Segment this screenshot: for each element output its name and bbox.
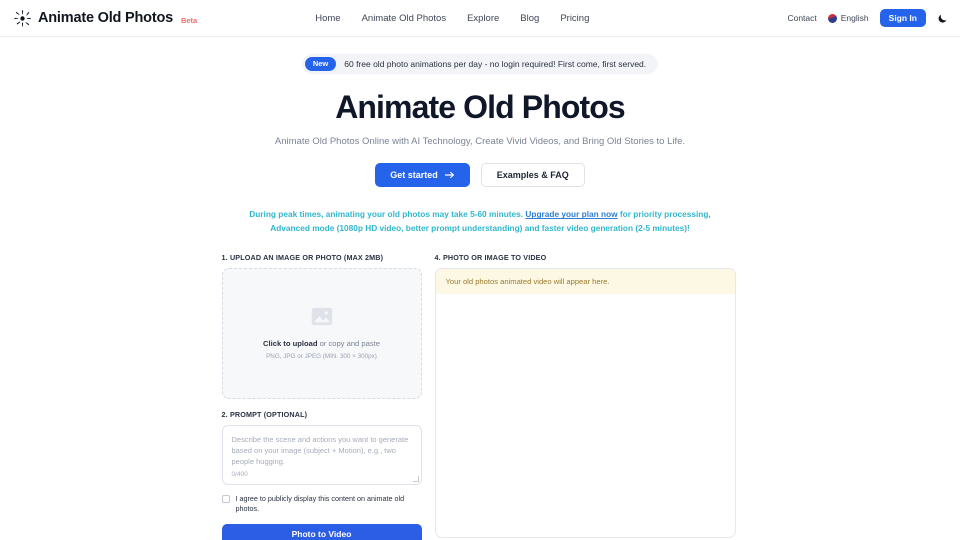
upgrade-plan-link[interactable]: Upgrade your plan now	[525, 209, 617, 219]
get-started-button[interactable]: Get started	[375, 163, 470, 188]
agree-label: I agree to publicly display this content…	[235, 493, 405, 514]
agree-checkbox[interactable]	[221, 494, 230, 503]
upload-click-text: Click to upload	[263, 338, 318, 348]
page-subtitle: Animate Old Photos Online with AI Techno…	[274, 136, 686, 148]
site-header: Animate Old Photos Beta Home Animate Old…	[0, 0, 960, 37]
brand-name: Animate Old Photos	[38, 10, 173, 26]
uk-flag-icon	[827, 13, 837, 23]
prompt-section-label: 2. PROMPT (OPTIONAL)	[221, 409, 308, 419]
prompt-placeholder: Describe the scene and actions you want …	[231, 434, 409, 467]
notice-text-part1: During peak times, animating your old ph…	[249, 209, 526, 220]
peak-times-notice: During peak times, animating your old ph…	[245, 208, 715, 235]
language-label: English	[840, 13, 869, 23]
input-column: 1. UPLOAD AN IMAGE OR PHOTO (MAX 2MB) Cl…	[221, 252, 422, 540]
sparkle-icon	[14, 9, 31, 27]
prompt-input[interactable]: Describe the scene and actions you want …	[221, 424, 422, 485]
nav-item-blog[interactable]: Blog	[520, 13, 539, 24]
banner-text: 60 free old photo animations per day - n…	[344, 58, 647, 69]
result-panel: Your old photos animated video will appe…	[434, 267, 736, 538]
sign-in-button[interactable]: Sign In	[879, 8, 926, 28]
get-started-label: Get started	[390, 170, 438, 181]
nav-item-animate-old-photos[interactable]: Animate Old Photos	[362, 13, 447, 24]
nav-item-pricing[interactable]: Pricing	[560, 13, 589, 24]
banner-new-badge: New	[304, 57, 337, 71]
tool-area: 1. UPLOAD AN IMAGE OR PHOTO (MAX 2MB) Cl…	[221, 252, 739, 540]
arrow-right-icon	[444, 172, 454, 179]
result-section-label: 4. PHOTO OR IMAGE TO VIDEO	[434, 252, 547, 262]
output-column: 4. PHOTO OR IMAGE TO VIDEO Your old phot…	[434, 252, 736, 538]
hero-section: New 60 free old photo animations per day…	[0, 37, 960, 236]
header-actions: Contact English Sign In	[787, 8, 948, 28]
upload-main-text: Click to upload or copy and paste	[263, 339, 380, 348]
upload-paste-text: or copy and paste	[317, 338, 380, 348]
textarea-resize-handle[interactable]	[412, 475, 419, 482]
moon-icon[interactable]	[937, 13, 948, 24]
upload-section-label: 1. UPLOAD AN IMAGE OR PHOTO (MAX 2MB)	[221, 252, 384, 262]
beta-badge: Beta	[180, 15, 198, 25]
nav-item-home[interactable]: Home	[315, 13, 340, 24]
photo-to-video-button[interactable]: Photo to Video	[221, 523, 422, 540]
nav-item-explore[interactable]: Explore	[467, 13, 499, 24]
language-selector[interactable]: English	[827, 13, 869, 23]
page-title: Animate Old Photos	[335, 88, 626, 125]
cta-button-row: Get started Examples & FAQ	[0, 163, 960, 188]
brand-logo[interactable]: Animate Old Photos Beta	[14, 9, 198, 27]
agree-checkbox-row: I agree to publicly display this content…	[221, 493, 422, 515]
prompt-char-counter: 0/400	[231, 470, 248, 478]
result-placeholder-text: Your old photos animated video will appe…	[435, 268, 735, 294]
announcement-banner[interactable]: New 60 free old photo animations per day…	[301, 54, 659, 74]
main-nav: Home Animate Old Photos Explore Blog Pri…	[315, 13, 589, 24]
image-placeholder-icon	[311, 307, 332, 325]
upload-format-hint: PNG, JPG or JPEG (MIN. 300 × 300px)	[266, 352, 377, 360]
examples-faq-button[interactable]: Examples & FAQ	[480, 163, 585, 188]
upload-dropzone[interactable]: Click to upload or copy and paste PNG, J…	[221, 267, 422, 399]
contact-link[interactable]: Contact	[787, 13, 816, 23]
